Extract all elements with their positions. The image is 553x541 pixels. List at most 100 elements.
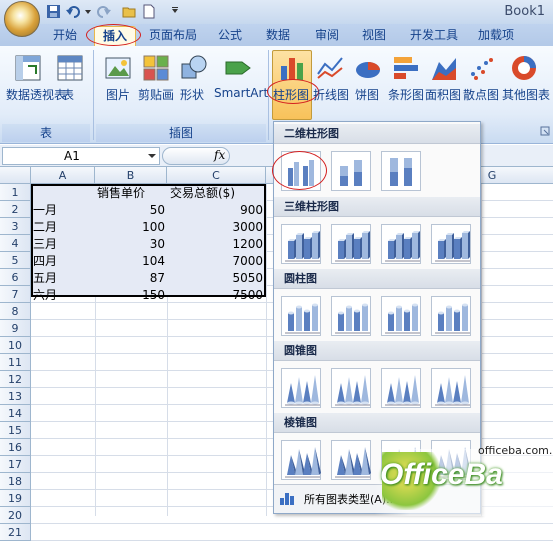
pivot-table-button[interactable]: 数据透视表 (6, 86, 66, 103)
chart-thumbnail-col3d-threed[interactable] (431, 224, 471, 264)
chart-thumbnail-cyl-percent[interactable] (381, 296, 421, 336)
row-header-7[interactable]: 7 (0, 286, 31, 303)
chart-thumbnail-pyr-clustered[interactable] (281, 440, 321, 480)
cell-a2[interactable]: 一月 (33, 202, 57, 219)
cell-c4[interactable]: 1200 (170, 236, 263, 253)
pie-chart-icon[interactable] (354, 54, 382, 82)
name-box[interactable] (2, 147, 160, 165)
row-header-10[interactable]: 10 (0, 337, 31, 354)
scatter-chart-icon[interactable] (468, 54, 496, 82)
tab-home[interactable]: 开始 (53, 27, 77, 44)
cell-a3[interactable]: 二月 (33, 219, 57, 236)
shapes-button[interactable]: 形状 (180, 86, 204, 103)
table-button[interactable]: 表 (62, 86, 74, 103)
chart-thumbnail-cyl-threed[interactable] (431, 296, 471, 336)
row-header-14[interactable]: 14 (0, 405, 31, 422)
undo-icon[interactable] (66, 4, 81, 19)
tab-page-layout[interactable]: 页面布局 (149, 27, 197, 44)
cell-b6[interactable]: 87 (97, 270, 165, 287)
tab-data[interactable]: 数据 (266, 27, 290, 44)
table-icon[interactable] (56, 54, 84, 82)
column-header-c[interactable]: C (167, 167, 266, 184)
open-folder-icon[interactable] (122, 4, 137, 19)
chart-thumbnail-cyl-clustered[interactable] (281, 296, 321, 336)
row-header-6[interactable]: 6 (0, 269, 31, 286)
row-header-1[interactable]: 1 (0, 184, 31, 201)
row-header-17[interactable]: 17 (0, 456, 31, 473)
picture-icon[interactable] (104, 54, 132, 82)
cell-c5[interactable]: 7000 (170, 253, 263, 270)
cell-a5[interactable]: 四月 (33, 253, 57, 270)
tab-view[interactable]: 视图 (362, 27, 386, 44)
row-header-4[interactable]: 4 (0, 235, 31, 252)
save-icon[interactable] (46, 4, 61, 19)
column-header-g[interactable]: G (481, 167, 503, 184)
customize-toolbar-icon[interactable] (170, 4, 180, 19)
cell-b3[interactable]: 100 (97, 219, 165, 236)
row-header-11[interactable]: 11 (0, 354, 31, 371)
other-charts-icon[interactable] (510, 54, 538, 82)
all-chart-types-icon[interactable] (279, 490, 295, 506)
clip-art-button[interactable]: 剪贴画 (138, 86, 174, 103)
row-header-3[interactable]: 3 (0, 218, 31, 235)
tab-review[interactable]: 审阅 (315, 27, 339, 44)
new-document-icon[interactable] (141, 4, 156, 19)
row-header-8[interactable]: 8 (0, 303, 31, 320)
pivot-table-icon[interactable] (14, 54, 42, 82)
cell-b5[interactable]: 104 (97, 253, 165, 270)
bar-chart-button[interactable]: 条形图 (388, 86, 424, 103)
other-charts-button[interactable]: 其他图表 (502, 86, 550, 103)
row-header-13[interactable]: 13 (0, 388, 31, 405)
column-chart-icon[interactable] (278, 54, 306, 82)
chart-thumbnail-cone-stacked[interactable] (331, 368, 371, 408)
row-header-9[interactable]: 9 (0, 320, 31, 337)
row-header-12[interactable]: 12 (0, 371, 31, 388)
row-header-15[interactable]: 15 (0, 422, 31, 439)
cell-b2[interactable]: 50 (97, 202, 165, 219)
row-header-16[interactable]: 16 (0, 439, 31, 456)
bar-chart-icon[interactable] (392, 54, 420, 82)
cell-c1[interactable]: 交易总额($) (170, 185, 235, 202)
tab-addins[interactable]: 加载项 (478, 27, 514, 44)
row-header-2[interactable]: 2 (0, 201, 31, 218)
column-header-a[interactable]: A (31, 167, 95, 184)
chart-thumbnail-cone-clustered[interactable] (281, 368, 321, 408)
dialog-launcher-icon[interactable] (540, 126, 550, 136)
tab-formulas[interactable]: 公式 (218, 27, 242, 44)
shapes-icon[interactable] (180, 54, 208, 82)
redo-icon[interactable] (96, 4, 111, 19)
column-header-b[interactable]: B (95, 167, 167, 184)
chart-thumbnail-col3d-clustered[interactable] (281, 224, 321, 264)
insert-function-button[interactable]: fx (214, 148, 225, 162)
row-header-21[interactable]: 21 (0, 524, 31, 541)
chart-thumbnail-col3d-percent[interactable] (381, 224, 421, 264)
cell-c7[interactable]: 7500 (170, 287, 263, 304)
cell-c6[interactable]: 5050 (170, 270, 263, 287)
row-header-19[interactable]: 19 (0, 490, 31, 507)
row-header-5[interactable]: 5 (0, 252, 31, 269)
picture-button[interactable]: 图片 (106, 86, 130, 103)
scatter-chart-button[interactable]: 散点图 (463, 86, 499, 103)
undo-dropdown-icon[interactable] (84, 4, 92, 19)
area-chart-button[interactable]: 面积图 (425, 86, 461, 103)
chart-thumbnail-col2d-percent[interactable] (381, 151, 421, 191)
row-header-18[interactable]: 18 (0, 473, 31, 490)
cell-a7[interactable]: 六月 (33, 287, 57, 304)
cell-b1[interactable]: 销售单价 (97, 185, 145, 202)
chart-thumbnail-cone-percent[interactable] (381, 368, 421, 408)
chart-thumbnail-pyr-stacked[interactable] (331, 440, 371, 480)
cell-c3[interactable]: 3000 (170, 219, 263, 236)
pie-chart-button[interactable]: 饼图 (355, 86, 379, 103)
chart-thumbnail-cyl-stacked[interactable] (331, 296, 371, 336)
name-box-dropdown-icon[interactable] (148, 152, 156, 160)
cell-b4[interactable]: 30 (97, 236, 165, 253)
cell-a6[interactable]: 五月 (33, 270, 57, 287)
chart-thumbnail-cone-threed[interactable] (431, 368, 471, 408)
clip-art-icon[interactable] (142, 54, 170, 82)
cell-c2[interactable]: 900 (170, 202, 263, 219)
chart-thumbnail-col3d-stacked[interactable] (331, 224, 371, 264)
cell-a4[interactable]: 三月 (33, 236, 57, 253)
chart-thumbnail-col2d-stacked[interactable] (331, 151, 371, 191)
select-all-corner[interactable] (0, 167, 31, 184)
cell-b7[interactable]: 150 (97, 287, 165, 304)
